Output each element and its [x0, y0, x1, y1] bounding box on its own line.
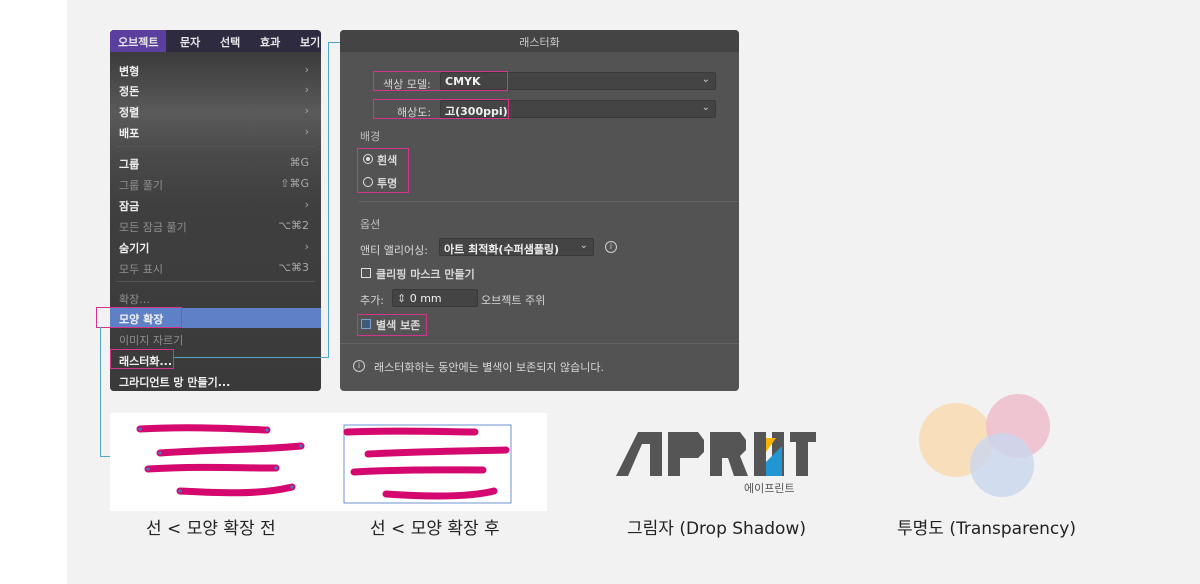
menu-item-group[interactable]: 그룹 ⌘G [110, 153, 321, 173]
menu-item-hide[interactable]: 숨기기 › [110, 237, 321, 257]
highlight-expand-appearance [96, 307, 182, 328]
logo-letter-a [616, 432, 662, 476]
connector-line [328, 42, 329, 358]
chevron-right-icon: › [304, 240, 309, 253]
add-suffix: 오브젝트 주위 [481, 294, 546, 307]
chevron-right-icon: › [304, 198, 309, 211]
highlight-color-model [373, 71, 508, 91]
caption-transparency: 투명도 (Transparency) [897, 519, 1076, 539]
info-icon[interactable]: i [605, 241, 617, 253]
menu-item-lock[interactable]: 잠금 › [110, 195, 321, 215]
logo-letter-r [710, 432, 748, 476]
transparency-circles [919, 394, 1050, 497]
antialias-select[interactable]: 아트 최적화(수퍼샘플링) ⌄ [439, 238, 594, 256]
menubar-select[interactable]: 선택 [220, 34, 240, 50]
highlight-rasterize [110, 349, 174, 369]
menubar-type[interactable]: 문자 [180, 34, 200, 50]
anchor-points [138, 427, 303, 493]
menu-separator [116, 281, 315, 282]
chevron-right-icon: › [304, 63, 309, 76]
menu-item-distribute[interactable]: 배포 › [110, 122, 321, 142]
logo-letter-i [754, 432, 766, 476]
menu-item-crop-image[interactable]: 이미지 자르기 [110, 329, 321, 349]
logo-letter-p [668, 432, 704, 476]
logo-subtitle: 에이프린트 [744, 482, 795, 495]
chevron-right-icon: › [304, 83, 309, 96]
strokes-after [343, 427, 510, 500]
strokes-before [136, 424, 305, 497]
stroke-preview-panel [110, 413, 547, 511]
circle-blue [970, 433, 1034, 497]
menubar: 오브젝트 문자 선택 효과 보기 [110, 30, 321, 52]
chevron-down-icon: ⌄ [579, 240, 588, 251]
stroke-line [136, 424, 271, 434]
dialog-title: 래스터화 [340, 30, 739, 52]
antialias-label: 앤티 앨리어싱: [360, 244, 428, 257]
options-section-label: 옵션 [360, 218, 381, 231]
menu-item-align[interactable]: 정렬 › [110, 101, 321, 121]
stroke-line [144, 463, 280, 473]
connector-line [174, 357, 329, 358]
chevron-down-icon: ⌄ [701, 102, 710, 113]
stroke-line [343, 427, 479, 436]
stroke-line [156, 442, 305, 457]
transparency-illustration [914, 388, 1054, 503]
chevron-down-icon: ⌄ [701, 74, 710, 85]
stroke-line [382, 487, 498, 500]
connector-line [328, 42, 340, 43]
stroke-line [350, 466, 487, 476]
object-menu: 오브젝트 문자 선택 효과 보기 변형 › 정돈 › 정렬 › 배포 › 그룹 ⌘G 그룹… [110, 30, 321, 391]
menu-item-transform[interactable]: 변형 › [110, 60, 321, 80]
menu-item-create-gradient-mesh[interactable]: 그라디언트 망 만들기... [110, 371, 321, 391]
caption-drop-shadow: 그림자 (Drop Shadow) [627, 519, 806, 539]
clipping-mask-checkbox[interactable] [361, 268, 371, 278]
stroke-line [176, 483, 296, 497]
highlight-background [357, 148, 409, 193]
menu-body: 변형 › 정돈 › 정렬 › 배포 › 그룹 ⌘G 그룹 풀기 ⇧⌘G 잠금 › 모든 잠금 … [110, 52, 321, 391]
menu-item-expand[interactable]: 확장... [110, 288, 321, 308]
add-amount-input[interactable]: ⇕ 0 mm [392, 289, 478, 307]
caption-after-expand: 선 < 모양 확장 후 [370, 519, 500, 539]
highlight-resolution [373, 99, 509, 119]
menubar-effect[interactable]: 효과 [260, 34, 280, 50]
menu-separator [116, 146, 315, 147]
menu-item-show-all[interactable]: 모두 표시 ⌥⌘3 [110, 258, 321, 278]
background-section-label: 배경 [360, 130, 381, 143]
logo-letters [616, 432, 816, 476]
aprint-logo: 에이프린트 [616, 432, 816, 498]
stepper-icon[interactable]: ⇕ [397, 292, 406, 305]
menu-item-ungroup[interactable]: 그룹 풀기 ⇧⌘G [110, 174, 321, 194]
connector-line [100, 327, 101, 457]
highlight-preserve-spot [357, 314, 427, 336]
chevron-right-icon: › [304, 104, 309, 117]
dialog-separator [340, 343, 739, 344]
stroke-line [364, 446, 510, 458]
menu-item-unlock-all[interactable]: 모든 잠금 풀기 ⌥⌘2 [110, 216, 321, 236]
info-icon: i [353, 360, 365, 372]
menu-item-arrange[interactable]: 정돈 › [110, 80, 321, 100]
caption-before-expand: 선 < 모양 확장 전 [146, 519, 276, 539]
menubar-view[interactable]: 보기 [300, 34, 320, 50]
chevron-right-icon: › [304, 125, 309, 138]
logo-letter-t [790, 432, 816, 476]
dialog-separator [358, 201, 739, 202]
stroke-preview-art [136, 424, 512, 504]
add-label: 추가: [360, 294, 384, 307]
menubar-object[interactable]: 오브젝트 [110, 30, 167, 52]
info-message: 래스터화하는 동안에는 별색이 보존되지 않습니다. [374, 361, 605, 374]
clipping-mask-label: 클리핑 마스크 만들기 [376, 268, 475, 281]
